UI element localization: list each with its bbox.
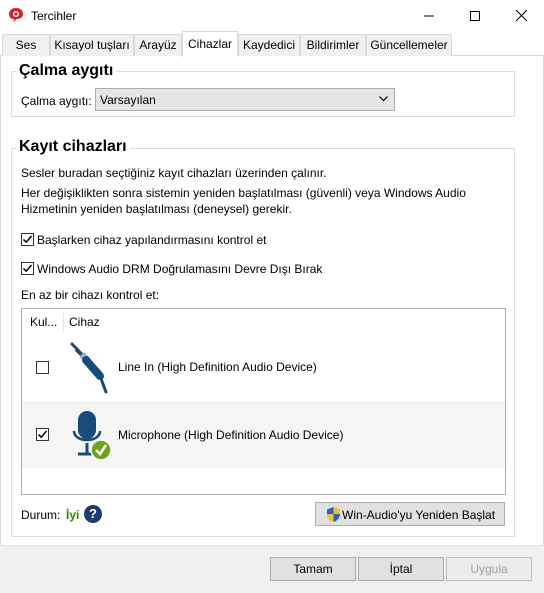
recording-info-text: Sesler buradan seçtiğiniz kayıt cihazlar… [21, 166, 327, 180]
column-separator [63, 313, 64, 331]
apply-button[interactable]: Uygula [446, 557, 532, 581]
checkmark-icon [22, 264, 33, 273]
disable-drm-checkbox[interactable] [21, 262, 34, 275]
device-list-label: En az bir cihazı kontrol et: [21, 288, 160, 302]
checkmark-icon [22, 235, 33, 244]
close-icon [515, 10, 527, 21]
tab-kaydedici[interactable]: Kaydedici [238, 34, 300, 56]
help-icon[interactable]: ? [84, 505, 102, 523]
recording-group-title: Kayıt cihazları [16, 138, 130, 156]
minimize-button[interactable] [406, 0, 452, 31]
tab-strip: Ses Kısayol tuşları Arayüz Cihazlar Kayd… [0, 31, 544, 57]
disable-drm-label[interactable]: Windows Audio DRM Doğrulamasını Devre Dı… [37, 262, 322, 276]
status-value: İyi [66, 508, 80, 522]
ok-button[interactable]: Tamam [270, 557, 356, 581]
playback-group-title: Çalma aygıtı [16, 62, 117, 80]
startup-check-label[interactable]: Başlarken cihaz yapılandırmasını kontrol… [37, 233, 266, 247]
maximize-icon [470, 10, 480, 21]
tab-cihazlar[interactable]: Cihazlar [182, 31, 238, 57]
tab-bildirimler[interactable]: Bildirimler [300, 34, 366, 56]
close-button[interactable] [498, 0, 544, 31]
device-microphone-name: Microphone (High Definition Audio Device… [118, 428, 344, 442]
tab-content: Çalma aygıtı Çalma aygıtı: Varsayılan Ka… [0, 56, 544, 545]
restart-info-line2: Hizmetinin yeniden başlatılması (deneyse… [21, 202, 292, 216]
tab-kisayol[interactable]: Kısayol tuşları [50, 34, 134, 56]
device-line-in-checkbox[interactable] [36, 361, 49, 374]
device-list-header: Kul... Cihaz [22, 309, 505, 333]
shield-icon [327, 507, 340, 522]
tab-arayuz[interactable]: Arayüz [134, 34, 182, 56]
chevron-down-icon [379, 96, 388, 102]
playback-device-select[interactable]: Varsayılan [95, 88, 395, 111]
checkmark-icon [37, 430, 48, 439]
app-icon [9, 8, 23, 22]
device-row-line-in[interactable]: Line In (High Definition Audio Device) [22, 334, 505, 401]
maximize-button[interactable] [452, 0, 498, 31]
status-label: Durum: [21, 508, 61, 522]
title-bar: Tercihler [0, 0, 544, 31]
minimize-icon [424, 15, 434, 16]
tab-guncellemeler[interactable]: Güncellemeler [366, 34, 452, 56]
line-in-jack-icon [70, 342, 108, 394]
restart-info-line1: Her değişiklikten sonra sistemin yeniden… [21, 186, 466, 200]
column-header-use[interactable]: Kul... [30, 315, 57, 329]
device-line-in-name: Line In (High Definition Audio Device) [118, 360, 317, 374]
window-title: Tercihler [31, 9, 77, 23]
dialog-button-bar: Tamam İptal Uygula [0, 545, 544, 593]
recording-device-list[interactable]: Kul... Cihaz Line In (High Definition Au… [21, 308, 506, 495]
restart-button-label: Win-Audio'yu Yeniden Başlat [342, 508, 496, 522]
device-row-microphone[interactable]: Microphone (High Definition Audio Device… [22, 401, 505, 468]
cancel-button[interactable]: İptal [358, 557, 444, 581]
tab-ses[interactable]: Ses [2, 34, 50, 56]
restart-win-audio-button[interactable]: Win-Audio'yu Yeniden Başlat [315, 502, 505, 526]
playback-device-label: Çalma aygıtı: [21, 94, 92, 108]
device-microphone-checkbox[interactable] [36, 428, 49, 441]
microphone-check-icon [72, 411, 112, 461]
column-header-device[interactable]: Cihaz [69, 315, 100, 329]
startup-check-checkbox[interactable] [21, 233, 34, 246]
playback-device-value: Varsayılan [100, 93, 156, 107]
